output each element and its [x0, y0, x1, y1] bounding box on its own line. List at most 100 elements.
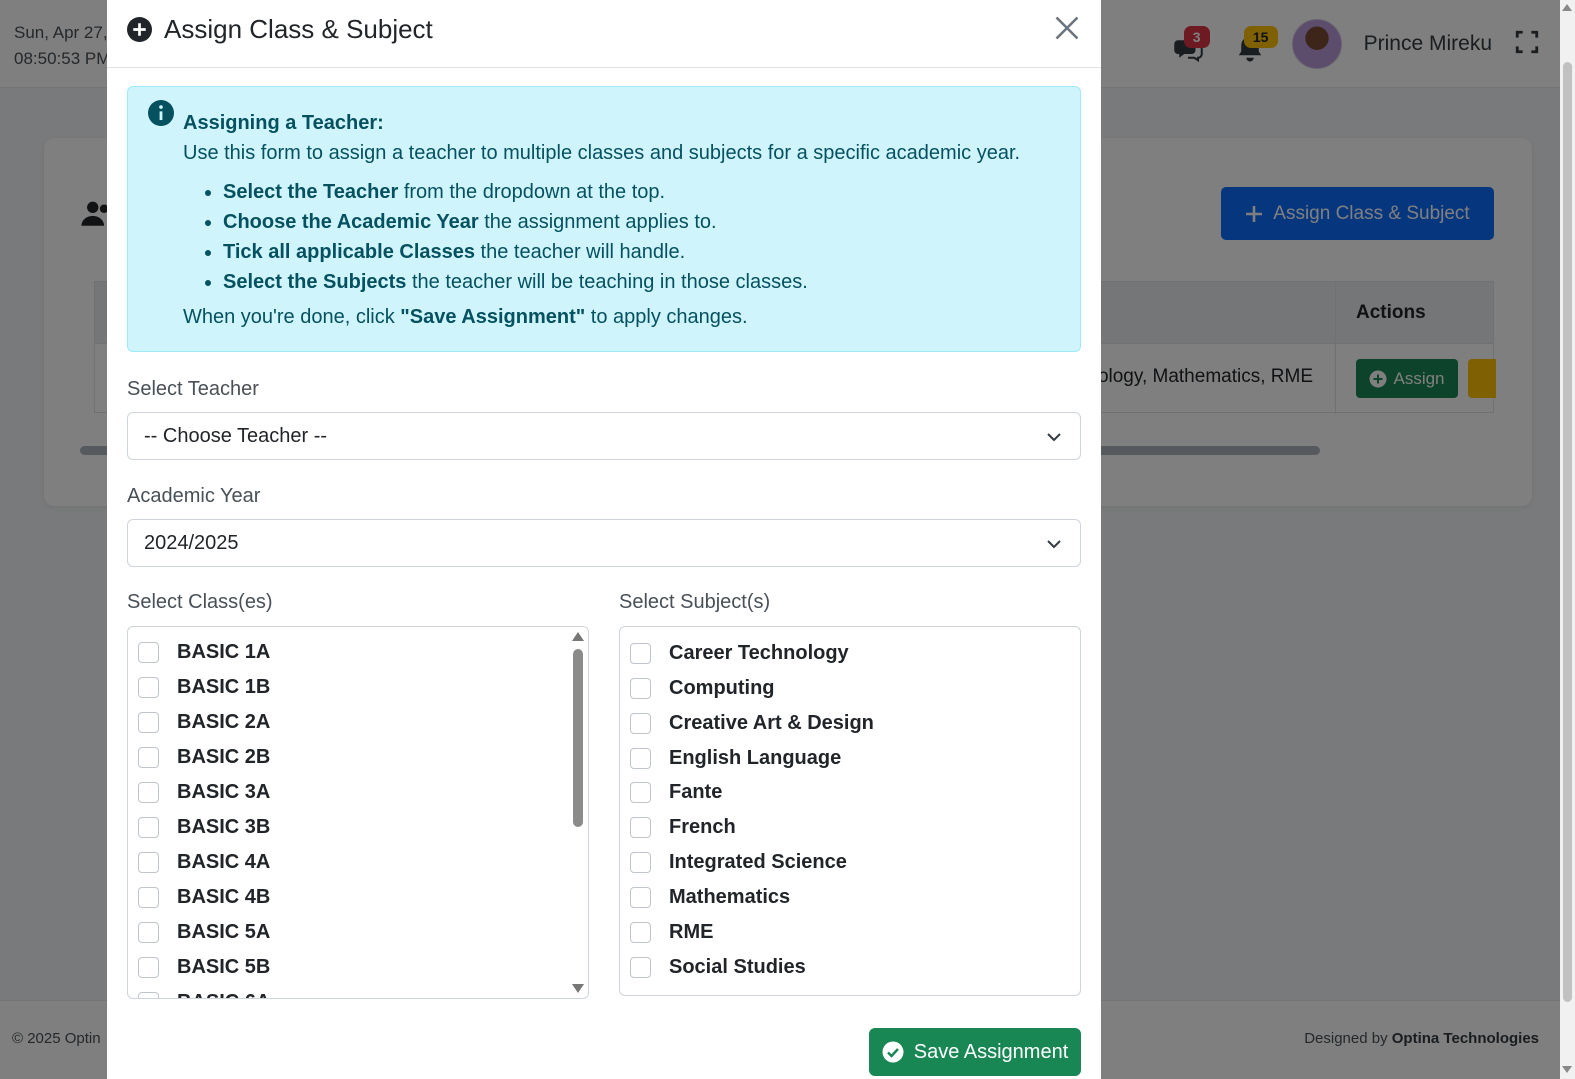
academic-year-select[interactable]: 2024/2025: [127, 519, 1081, 567]
classes-scrollbar[interactable]: [570, 627, 588, 998]
subject-option-label: Mathematics: [669, 885, 791, 908]
subject-option-label: Fante: [669, 780, 723, 803]
class-option[interactable]: BASIC 2B: [138, 742, 270, 772]
scroll-down-arrow-icon[interactable]: [572, 984, 584, 993]
subject-checkbox[interactable]: [630, 781, 651, 803]
info-outro-strong: "Save Assignment": [400, 306, 586, 328]
class-checkbox[interactable]: [138, 886, 159, 908]
subjects-list[interactable]: Career Technology Computing Creative Art…: [619, 626, 1081, 996]
plus-circle-icon: [127, 17, 152, 42]
class-option[interactable]: BASIC 4A: [138, 847, 270, 877]
save-assignment-button[interactable]: Save Assignment: [869, 1028, 1081, 1076]
year-label: Academic Year: [127, 485, 261, 507]
teacher-select-value: -- Choose Teacher --: [144, 424, 328, 447]
info-step-text: the assignment applies to.: [478, 211, 717, 233]
class-checkbox[interactable]: [138, 641, 159, 663]
class-option[interactable]: BASIC 5B: [138, 952, 270, 982]
subject-option[interactable]: RME: [630, 917, 713, 947]
modal-header: Assign Class & Subject: [107, 0, 1101, 68]
class-option-label: BASIC 6A: [177, 991, 270, 999]
page-scrollbar-thumb[interactable]: [1563, 62, 1572, 1002]
class-option[interactable]: BASIC 1B: [138, 672, 270, 702]
classes-scrollbar-thumb[interactable]: [573, 649, 583, 827]
class-option-label: BASIC 1A: [177, 640, 271, 663]
class-checkbox[interactable]: [138, 781, 159, 803]
class-option[interactable]: BASIC 4B: [138, 882, 270, 912]
info-step: Select the Teacher from the dropdown at …: [223, 180, 808, 210]
subject-checkbox[interactable]: [630, 816, 651, 838]
subject-option-label: RME: [669, 920, 714, 943]
class-option-label: BASIC 4A: [177, 850, 271, 873]
class-option-label: BASIC 5B: [177, 955, 271, 978]
subject-option[interactable]: Social Studies: [630, 952, 806, 982]
class-option[interactable]: BASIC 3B: [138, 812, 270, 842]
subject-option[interactable]: French: [630, 812, 736, 842]
class-option-label: BASIC 3A: [177, 780, 271, 803]
class-checkbox[interactable]: [138, 991, 159, 998]
close-icon[interactable]: [1053, 14, 1081, 42]
class-checkbox[interactable]: [138, 746, 159, 768]
class-checkbox[interactable]: [138, 921, 159, 943]
subject-option-label: Social Studies: [669, 955, 806, 978]
class-option[interactable]: BASIC 3A: [138, 777, 270, 807]
class-option-label: BASIC 5A: [177, 920, 271, 943]
class-option-label: BASIC 4B: [177, 885, 271, 908]
info-outro-prefix: When you're done, click: [183, 306, 401, 328]
info-heading: Assigning a Teacher:: [183, 112, 384, 134]
subject-checkbox[interactable]: [630, 921, 651, 943]
class-option-label: BASIC 2B: [177, 745, 271, 768]
info-step: Select the Subjects the teacher will be …: [223, 270, 808, 300]
modal-title: Assign Class & Subject: [164, 14, 433, 44]
classes-list[interactable]: BASIC 1A BASIC 1B BASIC 2A BASIC 2B BASI…: [127, 626, 589, 999]
info-step-strong: Tick all applicable Classes: [223, 241, 475, 263]
class-option[interactable]: BASIC 6A: [138, 987, 270, 999]
class-option[interactable]: BASIC 2A: [138, 707, 270, 737]
info-step-strong: Choose the Academic Year: [223, 211, 479, 233]
class-option-label: BASIC 1B: [177, 675, 271, 698]
subject-option[interactable]: Career Technology: [630, 638, 849, 668]
subject-checkbox[interactable]: [630, 851, 651, 873]
class-checkbox[interactable]: [138, 711, 159, 733]
chevron-down-icon: [1047, 433, 1061, 442]
subject-option[interactable]: English Language: [630, 743, 841, 773]
scroll-up-arrow-icon[interactable]: [572, 632, 584, 641]
classes-label: Select Class(es): [127, 591, 273, 613]
subject-option-label: French: [669, 815, 736, 838]
subject-option-label: Creative Art & Design: [669, 711, 874, 734]
class-checkbox[interactable]: [138, 851, 159, 873]
subject-option[interactable]: Creative Art & Design: [630, 708, 874, 738]
subject-option[interactable]: Mathematics: [630, 882, 790, 912]
info-step-text: the teacher will handle.: [475, 241, 686, 263]
save-assignment-label: Save Assignment: [913, 1040, 1069, 1063]
subject-checkbox[interactable]: [630, 956, 651, 978]
page-scrollbar[interactable]: [1560, 0, 1575, 1079]
subject-option[interactable]: Fante: [630, 777, 722, 807]
subject-option-label: English Language: [669, 746, 842, 769]
teacher-select[interactable]: -- Choose Teacher --: [127, 412, 1081, 460]
class-checkbox[interactable]: [138, 956, 159, 978]
class-checkbox[interactable]: [138, 676, 159, 698]
info-step-strong: Select the Subjects: [223, 271, 407, 293]
subject-checkbox[interactable]: [630, 677, 651, 699]
subject-checkbox[interactable]: [630, 712, 651, 734]
class-option-label: BASIC 2A: [177, 710, 271, 733]
subject-checkbox[interactable]: [630, 747, 651, 769]
subject-option[interactable]: Integrated Science: [630, 847, 847, 877]
subject-checkbox[interactable]: [630, 886, 651, 908]
info-step-strong: Select the Teacher: [223, 181, 399, 203]
info-icon: [148, 100, 174, 126]
subject-option-label: Career Technology: [669, 641, 849, 664]
info-step: Choose the Academic Year the assignment …: [223, 210, 808, 240]
class-option[interactable]: BASIC 1A: [138, 637, 270, 667]
class-option[interactable]: BASIC 5A: [138, 917, 270, 947]
subject-option[interactable]: Computing: [630, 673, 775, 703]
info-steps-list: Select the Teacher from the dropdown at …: [223, 180, 808, 300]
scroll-down-arrow-icon[interactable]: [1562, 1066, 1572, 1073]
subject-checkbox[interactable]: [630, 642, 651, 664]
class-checkbox[interactable]: [138, 816, 159, 838]
chevron-down-icon: [1047, 540, 1061, 549]
info-intro: Use this form to assign a teacher to mul…: [183, 142, 1021, 164]
scroll-up-arrow-icon[interactable]: [1562, 4, 1572, 11]
subjects-label: Select Subject(s): [619, 591, 771, 613]
info-outro: When you're done, click "Save Assignment…: [183, 306, 748, 329]
